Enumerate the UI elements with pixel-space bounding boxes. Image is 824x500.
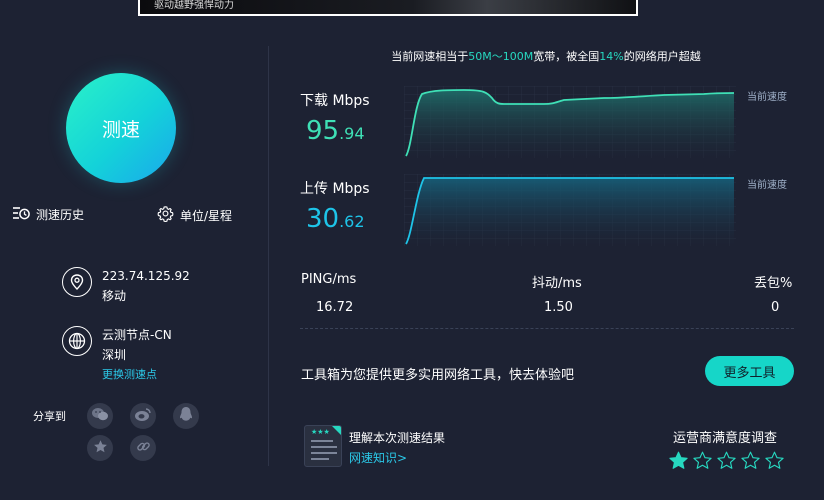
node-info: 云测节点-CN 深圳 更换测速点 [62,325,172,385]
rating-star-2-icon[interactable] [692,450,713,471]
document-icon[interactable]: ★★★ [304,425,342,467]
download-chart [404,86,736,158]
ping-value: 16.72 [316,300,354,315]
stats-divider [300,328,794,329]
node-name: 云测节点-CN [102,328,172,342]
loss-value: 0 [771,300,780,315]
share-label: 分享到 [33,410,66,423]
upload-value-dec: .62 [339,212,365,231]
share-weibo-button[interactable] [130,403,156,429]
upload-current-label: 当前速度 [747,180,787,191]
rating-star-4-icon[interactable] [740,450,761,471]
wechat-icon [91,407,109,426]
history-button[interactable]: 测速历史 [12,205,84,224]
weibo-icon [134,407,152,426]
knowledge-title: 理解本次测速结果 [349,431,446,445]
panel-divider [268,46,269,466]
gear-icon [157,205,174,225]
unit-settings-button[interactable]: 单位/星程 [157,205,232,225]
summary-range: 50M～100M [468,50,534,63]
loss-label: 丢包% [754,276,793,291]
node-city: 深圳 [102,348,127,362]
more-tools-button[interactable]: 更多工具 [705,356,794,386]
knowledge-link[interactable]: 网速知识> [349,449,407,466]
download-value-int: 95 [306,116,340,146]
download-current-label: 当前速度 [747,92,787,103]
link-icon [136,439,151,458]
jitter-value: 1.50 [544,300,573,315]
isp-name: 移动 [102,289,127,303]
top-banner[interactable]: 驱动越野强悍动力 [138,0,638,16]
qq-icon [179,406,193,427]
survey-title: 运营商满意度调查 [673,431,778,446]
ip-address: 223.74.125.92 [102,269,190,283]
change-node-link[interactable]: 更换测速点 [102,365,172,385]
upload-label: 上传 Mbps [300,181,370,197]
satisfaction-rating [668,450,785,471]
summary-prefix: 当前网速相当于 [391,50,469,63]
start-speed-test-button[interactable]: 测速 [66,73,176,183]
share-favorite-button[interactable] [87,435,113,461]
unit-label: 单位/星程 [180,208,233,223]
jitter-label: 抖动/ms [532,276,582,291]
history-icon [12,205,30,224]
upload-value: 30.62 [306,204,365,234]
globe-icon [62,326,92,356]
summary-suffix: 的网络用户超越 [623,50,701,63]
rating-star-3-icon[interactable] [716,450,737,471]
rating-star-1-icon[interactable] [668,450,689,471]
summary-percent: 14% [599,50,624,63]
location-pin-icon [62,267,92,297]
history-label: 测速历史 [36,208,85,222]
upload-value-int: 30 [306,204,340,234]
share-link-button[interactable] [130,435,156,461]
summary-middle: 宽带，被全国 [533,50,600,63]
ip-info: 223.74.125.92 移动 [62,266,190,306]
speed-summary: 当前网速相当于50M～100M宽带，被全国14%的网络用户超越 [340,48,752,64]
download-value-dec: .94 [339,124,365,143]
share-wechat-button[interactable] [87,403,113,429]
download-value: 95.94 [306,116,365,146]
share-qq-button[interactable] [173,403,199,429]
toolbox-text: 工具箱为您提供更多实用网络工具，快去体验吧 [301,368,575,383]
ping-label: PING/ms [301,272,357,287]
banner-text: 驱动越野强悍动力 [154,0,234,11]
upload-chart [404,174,736,246]
rating-star-5-icon[interactable] [764,450,785,471]
download-label: 下载 Mbps [300,93,370,109]
star-icon [93,439,108,458]
